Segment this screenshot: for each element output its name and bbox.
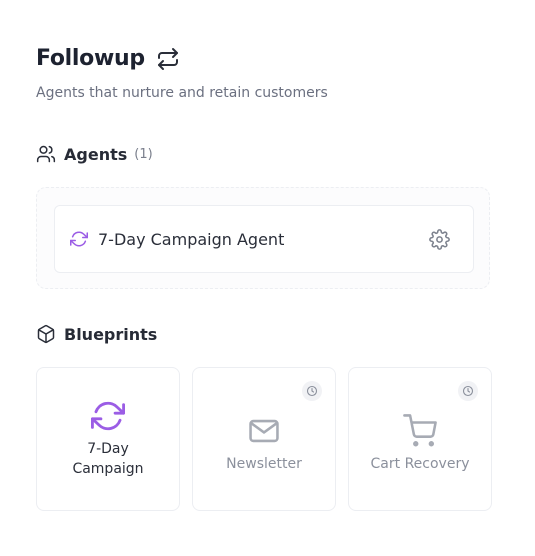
page-title: Followup (36, 46, 145, 71)
users-icon (36, 144, 56, 164)
blueprints-section-header: Blueprints (36, 324, 157, 344)
agents-section-label: Agents (64, 144, 128, 164)
agents-count: (1) (134, 146, 153, 162)
blueprint-label: Cart Recovery (370, 456, 470, 472)
agents-section-header: Agents (1) (36, 144, 153, 164)
page-header: Followup (36, 46, 180, 71)
blueprint-label: 7-Day Campaign (72, 441, 144, 477)
cart-icon (403, 414, 437, 448)
gear-icon[interactable] (429, 228, 450, 250)
agent-name: 7-Day Campaign Agent (98, 229, 285, 249)
blueprint-card-newsletter[interactable]: Newsletter (192, 367, 336, 511)
box-icon (36, 324, 56, 344)
clock-icon (458, 381, 478, 401)
refresh-icon (70, 230, 88, 248)
blueprints-section-label: Blueprints (64, 324, 158, 344)
agent-card[interactable]: 7-Day Campaign Agent (54, 205, 474, 273)
clock-icon (302, 381, 322, 401)
agents-list: 7-Day Campaign Agent (36, 187, 490, 289)
mail-icon (247, 414, 281, 448)
blueprint-card-cart-recovery[interactable]: Cart Recovery (348, 367, 492, 511)
refresh-icon (91, 399, 125, 433)
blueprint-card-7-day-campaign[interactable]: 7-Day Campaign (36, 367, 180, 511)
blueprint-label: Newsletter (226, 456, 302, 472)
page-subtitle: Agents that nurture and retain customers (36, 85, 328, 101)
repeat-icon (156, 47, 180, 71)
